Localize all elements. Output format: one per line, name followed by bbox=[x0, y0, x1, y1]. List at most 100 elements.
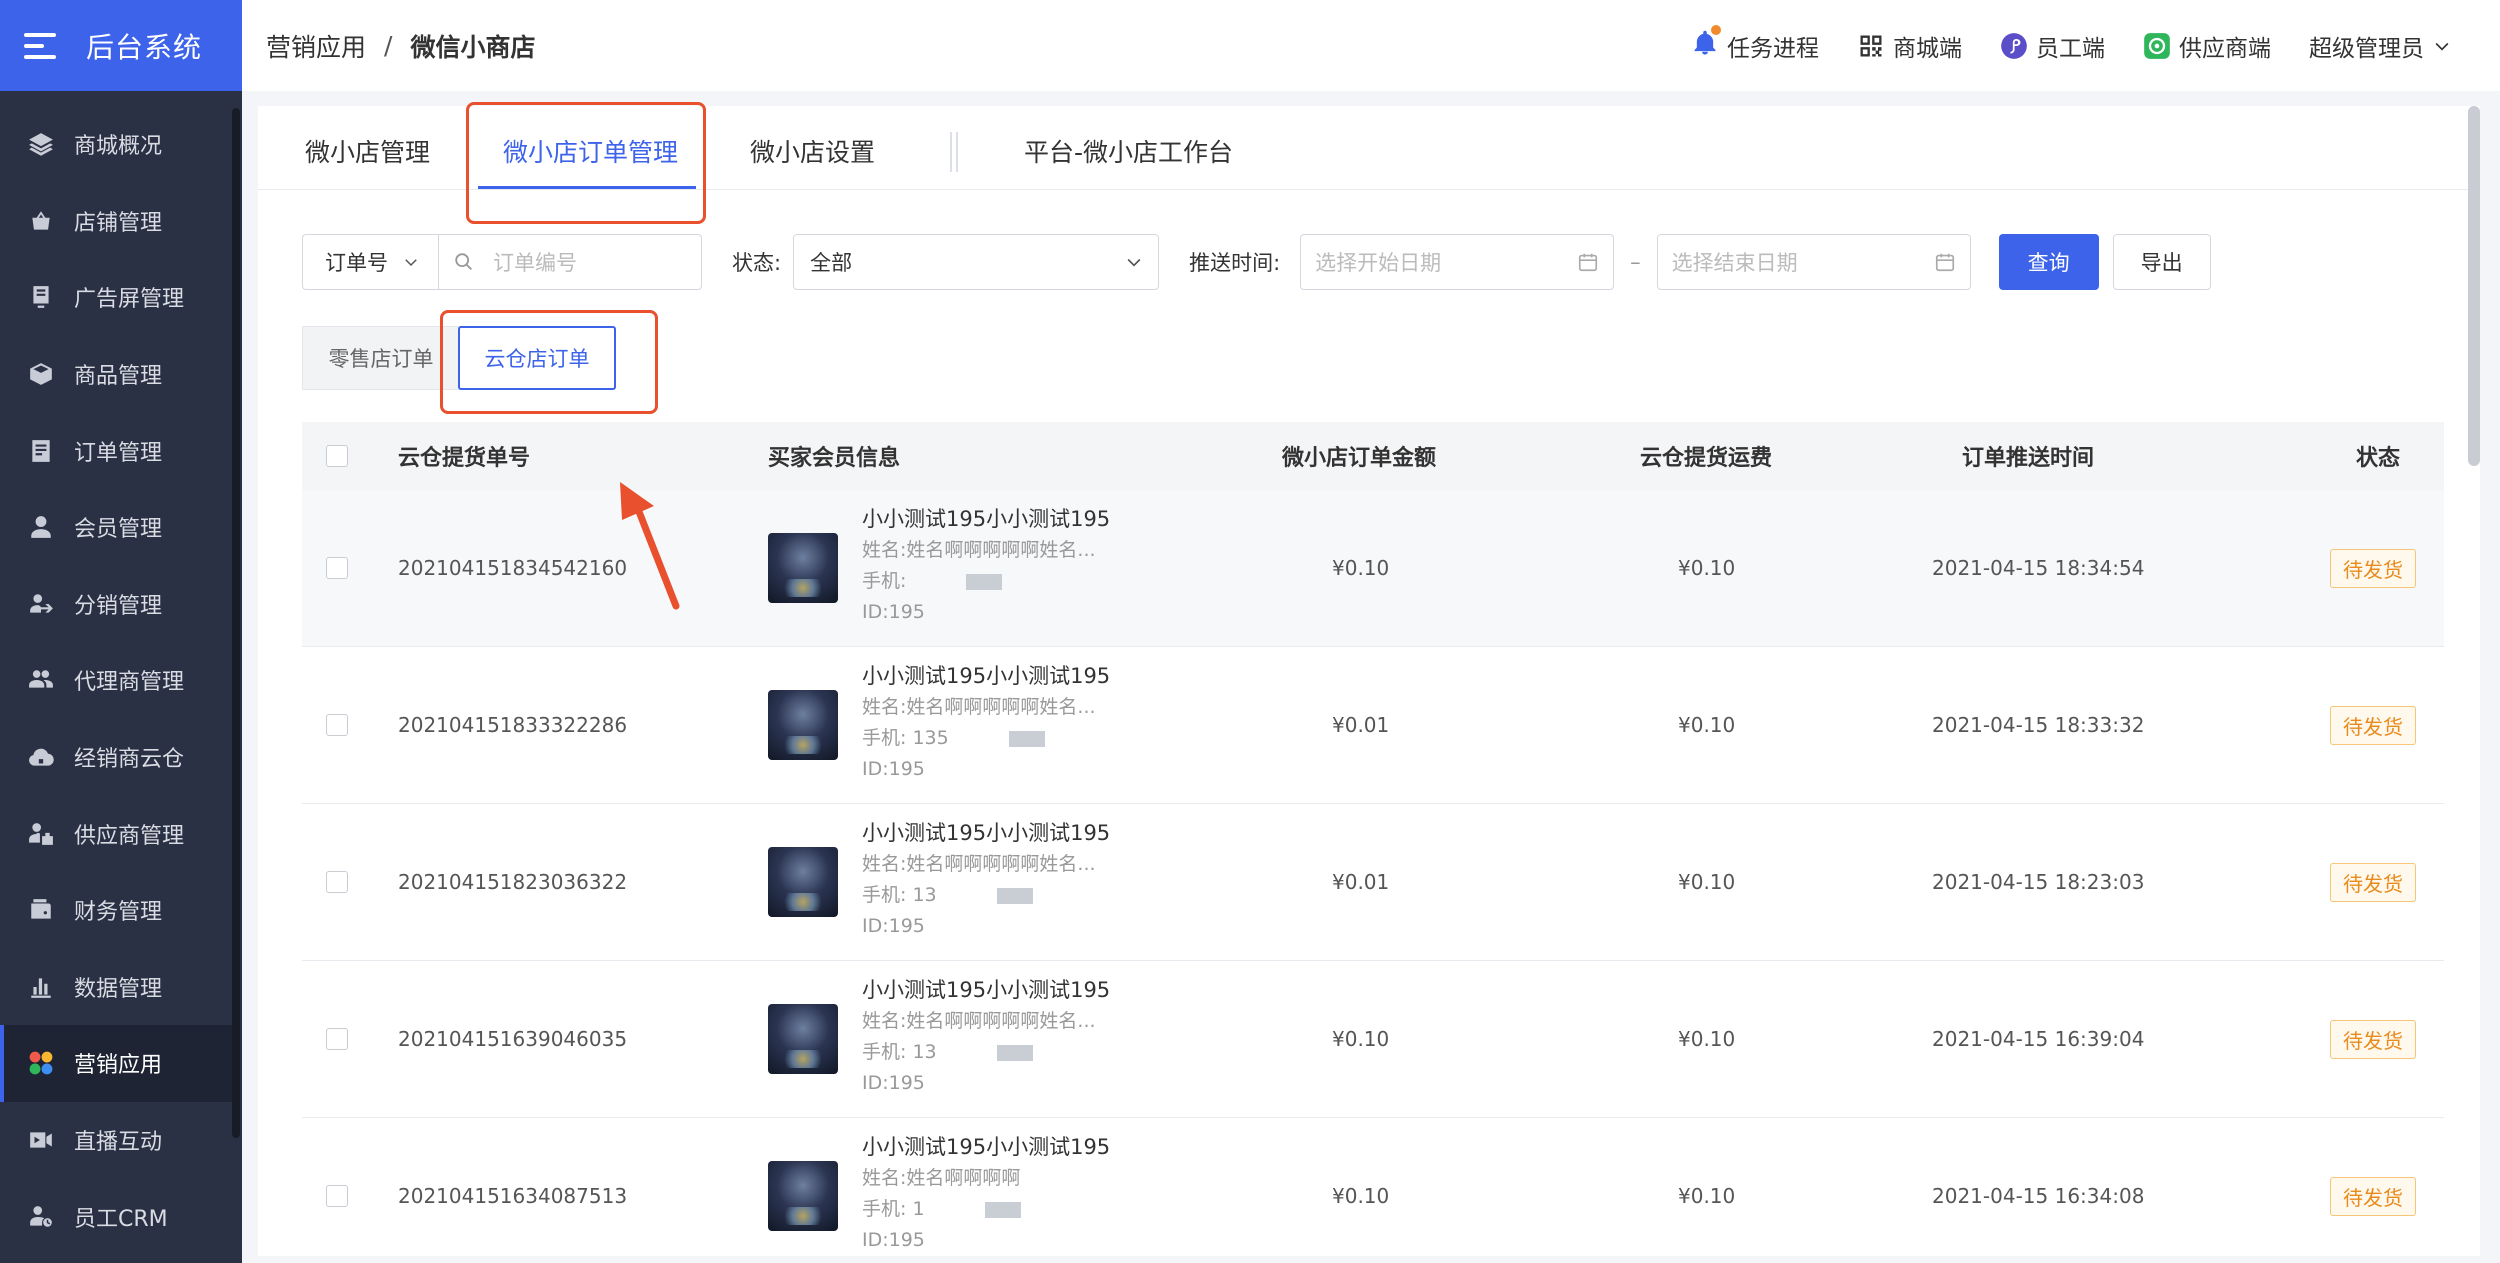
staff-label: 员工端 bbox=[2036, 35, 2105, 62]
row-checkbox[interactable] bbox=[326, 490, 348, 646]
status-badge: 待发货 bbox=[2330, 490, 2416, 646]
sidebar-nav: 商城概况店铺管理广告屏管理商品管理订单管理 会员管理 分销管理 代理商管理 经销商云仓供… bbox=[0, 106, 232, 1255]
col-pickup-number: 云仓提货单号 bbox=[398, 446, 531, 471]
layers-icon bbox=[28, 131, 54, 157]
redaction-mask bbox=[996, 1044, 1033, 1061]
tab-shop-settings[interactable]: 微小店设置 bbox=[750, 133, 875, 189]
menu-toggle-icon[interactable] bbox=[24, 32, 56, 59]
buyer-realname: 姓名:姓名啊啊啊啊啊姓名... bbox=[862, 1010, 1096, 1032]
breadcrumb: 营销应用 / 微信小商店 bbox=[266, 28, 535, 64]
pickup-number: 202104151833322286 bbox=[398, 713, 628, 737]
task-progress-link[interactable]: 任务进程 bbox=[1691, 24, 1819, 63]
box-icon bbox=[28, 361, 54, 387]
buyer-id: ID:195 bbox=[862, 915, 925, 937]
status-select[interactable]: 全部 bbox=[793, 234, 1160, 290]
bell-icon bbox=[1691, 24, 1721, 63]
staff-app-icon bbox=[2001, 32, 2027, 59]
sidebar-item-label: 店铺管理 bbox=[74, 210, 163, 236]
user-menu[interactable]: 超级管理员 bbox=[2309, 29, 2452, 63]
sidebar-item-11[interactable]: 数据管理 bbox=[0, 949, 232, 1026]
row-checkbox[interactable] bbox=[326, 647, 348, 803]
date-range-dash: – bbox=[1630, 250, 1641, 274]
filter-bar: 订单号 订单编号 状态: 全部 推送时间: 选择开始日期 – 选择结束日期 查询… bbox=[302, 234, 2211, 290]
row-checkbox[interactable] bbox=[326, 804, 348, 960]
cloud-warehouse-icon bbox=[28, 744, 54, 770]
sidebar-item-label: 员工CRM bbox=[74, 1206, 168, 1232]
main-panel: 微小店管理 微小店订单管理 微小店设置 平台-微小店工作台 订单号 订单编号 状… bbox=[258, 106, 2480, 1256]
row-checkbox[interactable] bbox=[326, 1118, 348, 1263]
sidebar-item-3[interactable]: 商品管理 bbox=[0, 336, 232, 413]
breadcrumb-separator: / bbox=[384, 31, 393, 60]
mall-link[interactable]: 商城端 bbox=[1857, 29, 1962, 63]
video-icon bbox=[28, 1127, 54, 1153]
col-freight: 云仓提货运费 bbox=[1640, 446, 1773, 471]
buyer-avatar bbox=[768, 1118, 838, 1263]
order-number-input[interactable]: 订单编号 bbox=[438, 234, 702, 290]
start-date-picker[interactable]: 选择开始日期 bbox=[1300, 234, 1615, 290]
table-row[interactable]: 202104151823036322 小小测试195小小测试195 姓名:姓名啊啊啊… bbox=[302, 804, 2444, 961]
buyer-phone: 手机: 135 bbox=[862, 727, 949, 749]
order-amount: ¥0.10 bbox=[1332, 556, 1390, 580]
sidebar-item-label: 直播互动 bbox=[74, 1130, 163, 1156]
select-all-checkbox[interactable] bbox=[326, 445, 348, 467]
buyer-phone: 手机: 13 bbox=[862, 884, 937, 906]
end-date-picker[interactable]: 选择结束日期 bbox=[1656, 234, 1971, 290]
buyer-info: 小小测试195小小测试195 姓名:姓名啊啊啊啊啊姓名... 手机: 135 ID:1… bbox=[862, 661, 1122, 785]
status-badge: 待发货 bbox=[2330, 647, 2416, 803]
crm-icon bbox=[28, 1204, 54, 1230]
subtab-retail-orders[interactable]: 零售店订单 bbox=[302, 326, 460, 390]
order-amount: ¥0.10 bbox=[1332, 1027, 1390, 1051]
sidebar-scrollbar[interactable] bbox=[232, 108, 240, 1138]
status-badge: 待发货 bbox=[2330, 804, 2416, 960]
sidebar-item-label: 营销应用 bbox=[74, 1053, 163, 1079]
redaction-mask bbox=[996, 887, 1033, 904]
breadcrumb-parent[interactable]: 营销应用 bbox=[266, 28, 366, 64]
buyer-avatar bbox=[768, 647, 838, 803]
staff-link[interactable]: 员工端 bbox=[2000, 29, 2105, 63]
buyer-nickname: 小小测试195小小测试195 bbox=[862, 1135, 1111, 1159]
sidebar-item-label: 商品管理 bbox=[74, 364, 163, 390]
status-label: 待发货 bbox=[2330, 705, 2416, 745]
status-label: 待发货 bbox=[2330, 862, 2416, 902]
sidebar-item-12[interactable]: 营销应用 bbox=[0, 1025, 232, 1102]
header-links: 任务进程 商城端 员工端 供应商端 超级管理员 bbox=[1691, 0, 2452, 91]
sidebar-item-2[interactable]: 广告屏管理 bbox=[0, 259, 232, 336]
bar-chart-icon bbox=[28, 974, 54, 1000]
pickup-number: 202104151634087513 bbox=[398, 1184, 628, 1208]
sidebar-item-9[interactable]: 供应商管理 bbox=[0, 795, 232, 872]
agents-icon bbox=[28, 667, 54, 693]
order-type-select[interactable]: 订单号 bbox=[302, 234, 438, 290]
query-button[interactable]: 查询 bbox=[1998, 234, 2099, 290]
sidebar-item-1[interactable]: 店铺管理 bbox=[0, 183, 232, 260]
export-button[interactable]: 导出 bbox=[2112, 234, 2211, 290]
user-icon bbox=[28, 514, 54, 540]
tab-divider bbox=[950, 132, 952, 172]
sidebar-item-0[interactable]: 商城概况 bbox=[0, 106, 232, 183]
table-row[interactable]: 202104151833322286 小小测试195小小测试195 姓名:姓名啊啊啊… bbox=[302, 647, 2444, 804]
sidebar-item-7[interactable]: 代理商管理 bbox=[0, 642, 232, 719]
sidebar-item-5[interactable]: 会员管理 bbox=[0, 489, 232, 566]
sidebar-item-14[interactable]: 员工CRM bbox=[0, 1178, 232, 1255]
sidebar-item-label: 数据管理 bbox=[74, 976, 163, 1002]
sidebar-item-8[interactable]: 经销商云仓 bbox=[0, 719, 232, 796]
sidebar-item-13[interactable]: 直播互动 bbox=[0, 1102, 232, 1179]
buyer-info: 小小测试195小小测试195 姓名:姓名啊啊啊啊 手机: 1 ID:195 bbox=[862, 1132, 1122, 1256]
table-row[interactable]: 202104151639046035 小小测试195小小测试195 姓名:姓名啊啊啊… bbox=[302, 961, 2444, 1118]
buyer-realname: 姓名:姓名啊啊啊啊 bbox=[862, 1167, 1021, 1189]
content-scrollbar[interactable] bbox=[2468, 106, 2480, 466]
supplier-link[interactable]: 供应商端 bbox=[2143, 29, 2271, 63]
push-time: 2021-04-15 16:39:04 bbox=[1932, 1027, 2145, 1051]
order-list-icon bbox=[28, 438, 54, 464]
tab-platform-workbench[interactable]: 平台-微小店工作台 bbox=[1024, 133, 1233, 189]
order-type-value: 订单号 bbox=[325, 251, 388, 275]
buyer-phone-row: 手机: 13 bbox=[862, 880, 1122, 911]
sidebar-item-6[interactable]: 分销管理 bbox=[0, 566, 232, 643]
buyer-nickname: 小小测试195小小测试195 bbox=[862, 664, 1111, 688]
sidebar-item-10[interactable]: 财务管理 bbox=[0, 872, 232, 949]
sidebar-item-4[interactable]: 订单管理 bbox=[0, 412, 232, 489]
table-row[interactable]: 202104151634087513 小小测试195小小测试195 姓名:姓名啊啊啊… bbox=[302, 1118, 2444, 1263]
row-checkbox[interactable] bbox=[326, 961, 348, 1117]
tab-shop-management[interactable]: 微小店管理 bbox=[305, 133, 430, 189]
supplier-app-icon bbox=[2144, 32, 2170, 59]
buyer-avatar bbox=[768, 961, 838, 1117]
